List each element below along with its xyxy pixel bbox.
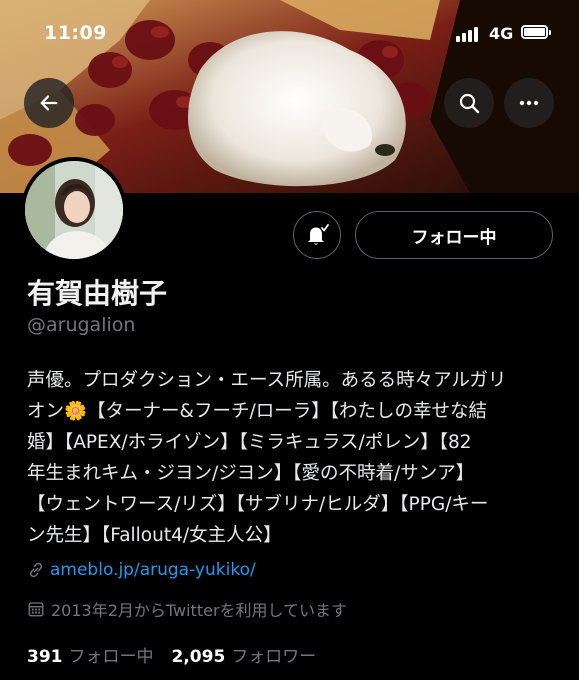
follow-stats: 391 フォロー中 2,095 フォロワー: [27, 642, 316, 667]
followers-label: フォロワー: [231, 647, 317, 667]
status-time: 11:09: [44, 22, 107, 44]
link-icon: [29, 562, 43, 578]
bio-line: 【ウェントワース/リズ】【サブリナ/ヒルダ】【PPG/キー: [27, 494, 489, 515]
network-type: 4G: [489, 24, 514, 43]
notification-bell-icon: [308, 224, 329, 245]
notification-button[interactable]: [293, 211, 341, 259]
following-button[interactable]: フォロー中: [355, 211, 553, 259]
search-icon: [459, 93, 480, 114]
followers-stat[interactable]: 2,095 フォロワー: [172, 642, 317, 667]
profile-bio: 声優。プロダクション・エース所属。あるる時々アルガリ オン🌼【ターナー&フーチ/…: [27, 365, 557, 551]
more-button[interactable]: [504, 78, 554, 128]
joined-date-row: 2013年2月からTwitterを利用しています: [27, 597, 347, 621]
more-icon: [519, 100, 539, 106]
bio-line: オン🌼【ターナー&フーチ/ローラ】【わたしの幸せな結: [27, 401, 487, 422]
display-name: 有賀由樹子: [27, 277, 168, 310]
user-handle: @arugalion: [27, 314, 136, 336]
back-arrow-icon: [40, 95, 58, 111]
avatar-photo: [25, 161, 123, 259]
followers-count: 2,095: [171, 647, 226, 667]
following-stat[interactable]: 391 フォロー中: [27, 642, 154, 667]
search-button[interactable]: [444, 78, 494, 128]
following-label: フォロー中: [68, 647, 154, 667]
status-bar: 11:09 4G: [0, 0, 579, 60]
battery-icon: [521, 25, 551, 39]
website-row: ameblo.jp/aruga-yukiko/: [27, 560, 256, 580]
following-count: 391: [27, 647, 63, 667]
bio-line: 年生まれキム・ジヨン/ジヨン】【愛の不時着/サンア】: [27, 463, 475, 484]
bio-line: 声優。プロダクション・エース所属。あるる時々アルガリ: [27, 370, 507, 391]
bio-line: 婚】【APEX/ホライゾン】【ミラキュラス/ポレン】【82: [27, 432, 472, 453]
back-button[interactable]: [24, 78, 74, 128]
signal-strength-icon: [456, 26, 478, 42]
joined-date-text: 2013年2月からTwitterを利用しています: [51, 601, 348, 620]
calendar-icon: [28, 602, 44, 617]
avatar[interactable]: [21, 157, 127, 263]
website-link[interactable]: ameblo.jp/aruga-yukiko/: [50, 560, 256, 580]
bio-line: ン先生】【Fallout4/女主人公】: [27, 525, 282, 546]
